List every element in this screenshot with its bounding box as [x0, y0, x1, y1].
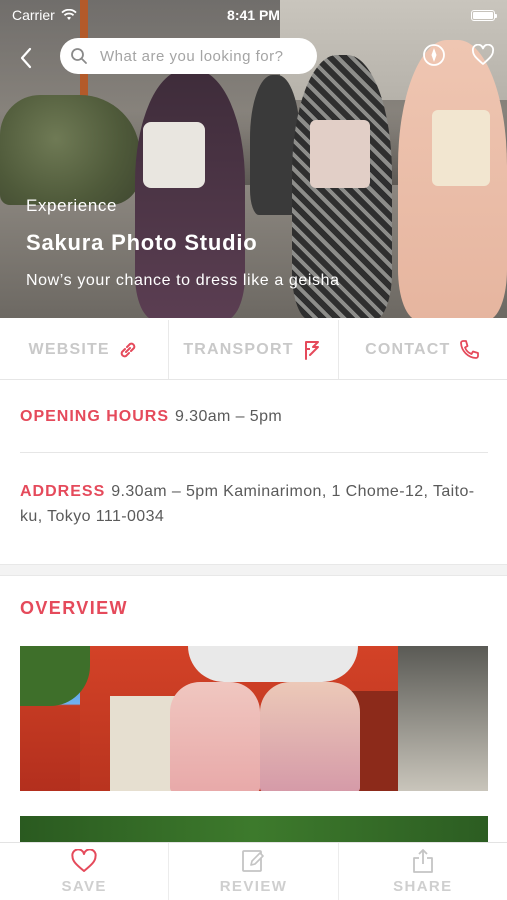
- phone-icon: [457, 338, 481, 362]
- opening-hours-value: 9.30am – 5pm: [175, 408, 283, 425]
- hero-figure: [398, 40, 507, 318]
- contact-label: CONTACT: [365, 340, 451, 358]
- search-bar[interactable]: [60, 38, 317, 74]
- battery-icon: [471, 9, 497, 21]
- link-icon: [116, 338, 140, 362]
- top-nav: [0, 38, 507, 78]
- share-button[interactable]: SHARE: [339, 843, 507, 900]
- hero-subtitle: Now’s your chance to dress like a geisha: [26, 272, 340, 289]
- hero-background-shrub: [0, 95, 140, 205]
- save-label: SAVE: [61, 878, 107, 895]
- share-icon: [409, 848, 437, 874]
- compass-icon: [423, 44, 445, 66]
- website-button[interactable]: WEBSITE: [0, 320, 170, 379]
- overview-heading: OVERVIEW: [20, 598, 128, 618]
- bottom-tab-bar: SAVE REVIEW SHARE: [0, 842, 507, 900]
- review-label: REVIEW: [219, 878, 288, 895]
- website-label: WEBSITE: [28, 340, 110, 358]
- heart-icon: [70, 848, 98, 874]
- action-bar: WEBSITE TRANSPORT CONTACT: [0, 320, 507, 380]
- compass-button[interactable]: [421, 42, 447, 68]
- contact-button[interactable]: CONTACT: [339, 320, 507, 379]
- status-time: 8:41 PM: [227, 7, 280, 23]
- transport-label: TRANSPORT: [183, 340, 294, 358]
- opening-hours-label: OPENING HOURS: [20, 408, 170, 425]
- hero-image: Carrier 8:41 PM What are you looking for…: [0, 0, 507, 318]
- address-label: ADDRESS: [20, 483, 106, 500]
- review-button[interactable]: REVIEW: [169, 843, 339, 900]
- divider: [20, 452, 488, 453]
- heart-outline-icon: [471, 44, 495, 65]
- hero-category: Experience: [26, 196, 118, 215]
- page-title: Sakura Photo Studio: [26, 230, 258, 255]
- opening-hours-row: OPENING HOURS 9.30am – 5pm: [20, 404, 488, 429]
- search-input[interactable]: [100, 47, 300, 65]
- address-row[interactable]: ADDRESS 9.30am – 5pm Kaminarimon, 1 Chome…: [20, 479, 488, 529]
- status-bar: Carrier 8:41 PM: [0, 0, 507, 30]
- search-icon: [71, 48, 87, 64]
- back-button[interactable]: [14, 44, 38, 72]
- chevron-left-icon: [20, 47, 32, 69]
- favorite-button[interactable]: [470, 42, 496, 68]
- save-button[interactable]: SAVE: [0, 843, 170, 900]
- share-label: SHARE: [393, 878, 453, 895]
- review-icon: [239, 848, 267, 874]
- info-section: OPENING HOURS 9.30am – 5pm ADDRESS 9.30am …: [0, 382, 507, 567]
- overview-photo[interactable]: [20, 646, 488, 791]
- transport-icon: [300, 338, 324, 362]
- section-separator: [0, 564, 507, 576]
- transport-button[interactable]: TRANSPORT: [169, 320, 339, 379]
